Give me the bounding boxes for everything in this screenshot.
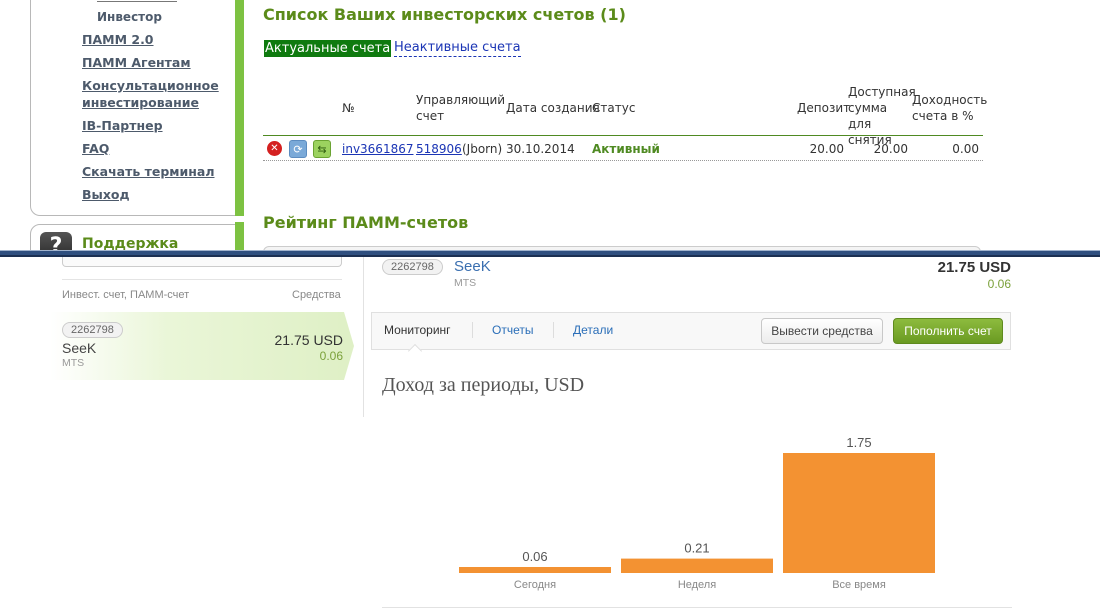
- table-row-divider: [263, 160, 983, 161]
- chart-bar: [621, 558, 773, 573]
- column-header-number: №: [342, 101, 355, 115]
- sidebar-item-consulting[interactable]: Консультационное инвестирование: [82, 78, 222, 111]
- chart-data-label: 1.75: [846, 435, 871, 450]
- deposit-cell: 20.00: [809, 142, 844, 156]
- sidebar-menu: ПАММ 2.0 ПАММ Агентам Консультационное и…: [82, 32, 222, 210]
- tab-separator: [472, 322, 473, 338]
- column-header-yield: Доходность счета в %: [912, 93, 988, 123]
- delete-icon[interactable]: ✕: [266, 140, 284, 158]
- sidebar-header-funds: Средства: [292, 289, 341, 301]
- content-bottom-rule: [382, 607, 1012, 608]
- account-broker: MTS: [454, 277, 477, 289]
- support-accent-bar: [235, 222, 244, 252]
- account-title[interactable]: SeeK: [454, 258, 491, 275]
- chart-category-label: Неделя: [678, 579, 716, 591]
- sidebar-item-faq[interactable]: FAQ: [82, 141, 222, 158]
- screenshot-divider: [0, 250, 1100, 257]
- created-date-cell: 30.10.2014: [506, 142, 575, 156]
- page-title: Список Ваших инвесторских счетов (1): [263, 5, 626, 24]
- selected-arrow: [344, 312, 354, 380]
- transfer-icon[interactable]: ⇆: [313, 140, 331, 158]
- chart-title: Доход за периоды, USD: [382, 374, 585, 396]
- managing-account-name: (Jborn): [462, 142, 503, 156]
- account-broker: MTS: [62, 357, 85, 369]
- sidebar-item-download-terminal[interactable]: Скачать терминал: [82, 164, 222, 181]
- sidebar-item-investor[interactable]: Инвестор: [97, 10, 162, 24]
- tab-reports[interactable]: Отчеты: [492, 323, 533, 337]
- account-number-link[interactable]: inv3661867: [342, 141, 413, 157]
- available-cell: 20.00: [873, 142, 908, 156]
- account-change: 0.06: [319, 349, 343, 363]
- investor-accounts-screen: Инвестор ПАММ 2.0 ПАММ Агентам Консульта…: [0, 0, 1100, 252]
- column-header-managing-account: Управляющий счет: [416, 93, 506, 123]
- tab-details[interactable]: Детали: [573, 323, 613, 337]
- income-bar-chart: 0.06 Сегодня 0.21 Неделя 1.75 Все время: [459, 435, 935, 591]
- sidebar-header-account: Инвест. счет, ПАММ-счет: [62, 289, 190, 301]
- chart-data-label: 0.21: [684, 541, 709, 556]
- withdraw-button[interactable]: Вывести средства: [761, 318, 883, 344]
- tab-separator: [553, 322, 554, 338]
- tab-active-accounts[interactable]: Актуальные счета: [264, 40, 392, 57]
- sidebar-item-pamm-agents[interactable]: ПАММ Агентам: [82, 55, 222, 72]
- account-id-badge: 2262798: [382, 259, 443, 275]
- column-header-created-date: Дата создания: [506, 101, 600, 115]
- sidebar-item-pamm2[interactable]: ПАММ 2.0: [82, 32, 222, 49]
- status-badge: Активный: [592, 142, 660, 156]
- chart-category-label: Все время: [832, 579, 886, 591]
- sidebar-divider: [62, 279, 342, 280]
- chart-data-label: 0.06: [522, 549, 547, 564]
- tab-inactive-accounts[interactable]: Неактивные счета: [394, 40, 521, 57]
- account-name: SeeK: [62, 340, 97, 356]
- sidebar-accent-bar: [235, 0, 244, 216]
- chart-bar: [783, 453, 935, 573]
- rating-section-title: Рейтинг ПАММ-счетов: [263, 213, 469, 232]
- sidebar-cut-item: [97, 0, 177, 2]
- account-type-select[interactable]: [62, 257, 342, 267]
- account-id-badge: 2262798: [62, 322, 123, 338]
- sidebar-item-ib-partner[interactable]: IB-Партнер: [82, 118, 222, 135]
- column-header-status: Статус: [592, 101, 636, 115]
- account-balance: 21.75 USD: [937, 259, 1011, 276]
- column-header-available: Доступная сумма для снятия: [848, 85, 916, 147]
- account-amount: 21.75 USD: [274, 332, 343, 348]
- sidebar-item-logout[interactable]: Выход: [82, 187, 222, 204]
- column-header-deposit: Депозит: [797, 101, 851, 115]
- help-icon[interactable]: ?: [40, 232, 72, 252]
- managing-account-link[interactable]: 518906: [416, 141, 462, 157]
- deposit-button[interactable]: Пополнить счет: [893, 318, 1003, 344]
- table-header-rule: [263, 135, 983, 136]
- chart-bar: [459, 567, 611, 573]
- yield-cell: 0.00: [952, 142, 979, 156]
- account-monitoring-screen: Инвест. счет, ПАММ-счет Средства 2262798…: [0, 257, 1100, 610]
- tab-monitoring[interactable]: Мониторинг: [384, 323, 451, 337]
- chart-category-label: Сегодня: [514, 579, 556, 591]
- account-balance-change: 0.06: [987, 277, 1011, 291]
- refresh-icon[interactable]: ⟳: [289, 140, 307, 158]
